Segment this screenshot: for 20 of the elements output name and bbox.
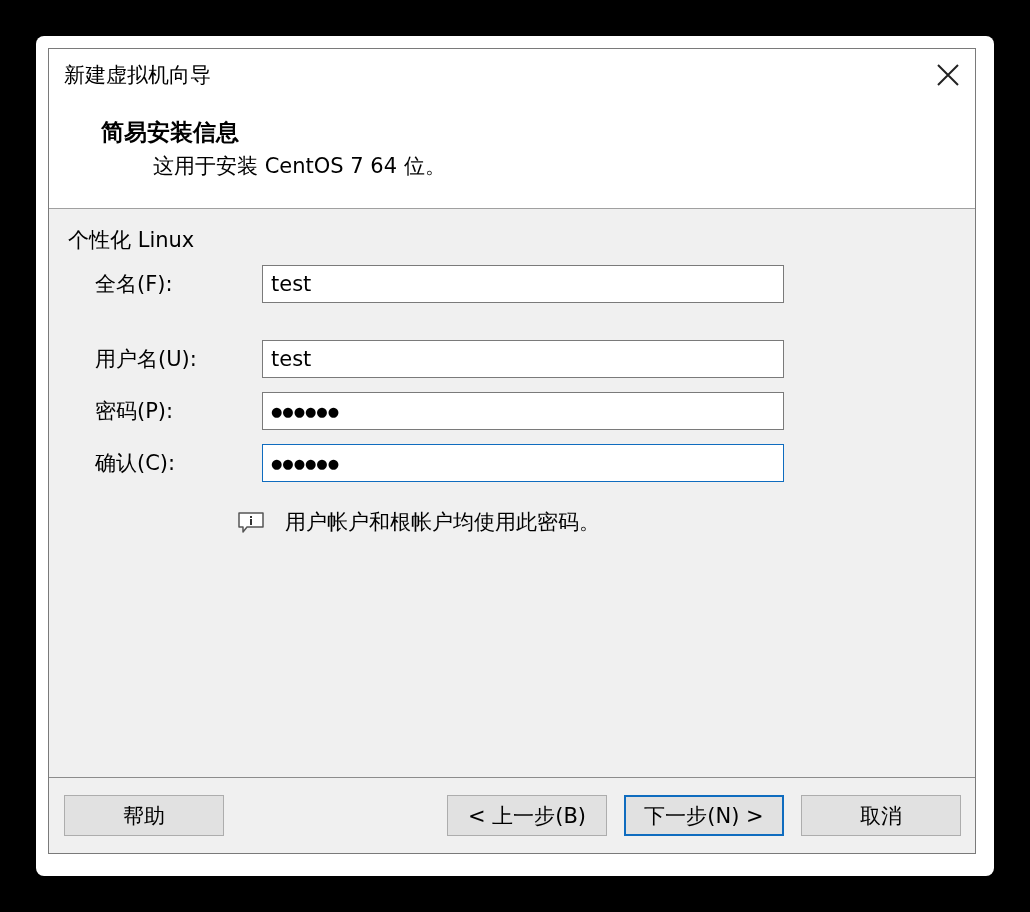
close-button[interactable]	[937, 64, 959, 86]
window-title: 新建虚拟机向导	[64, 62, 211, 89]
back-button[interactable]: < 上一步(B)	[447, 795, 607, 836]
group-label: 个性化 Linux	[68, 227, 195, 254]
field-label: 确认(C):	[95, 450, 177, 477]
next-button[interactable]: 下一步(N) >	[624, 795, 784, 836]
field-label: 用户名(U):	[95, 346, 198, 373]
field-label: 密码(P):	[95, 398, 175, 425]
info-note: 用户帐户和根帐户均使用此密码。	[285, 509, 600, 536]
info-icon	[238, 511, 264, 533]
field-label: 全名(F):	[95, 271, 174, 298]
page-subtitle: 这用于安装 CentOS 7 64 位。	[153, 153, 446, 180]
password-field[interactable]: ●●●●●●	[262, 392, 784, 430]
close-icon	[937, 64, 959, 86]
input-field[interactable]: test	[262, 340, 784, 378]
page-heading: 简易安装信息	[101, 118, 239, 146]
help-button[interactable]: 帮助	[64, 795, 224, 836]
cancel-button[interactable]: 取消	[801, 795, 961, 836]
password-field[interactable]: ●●●●●●	[262, 444, 784, 482]
input-field[interactable]: test	[262, 265, 784, 303]
